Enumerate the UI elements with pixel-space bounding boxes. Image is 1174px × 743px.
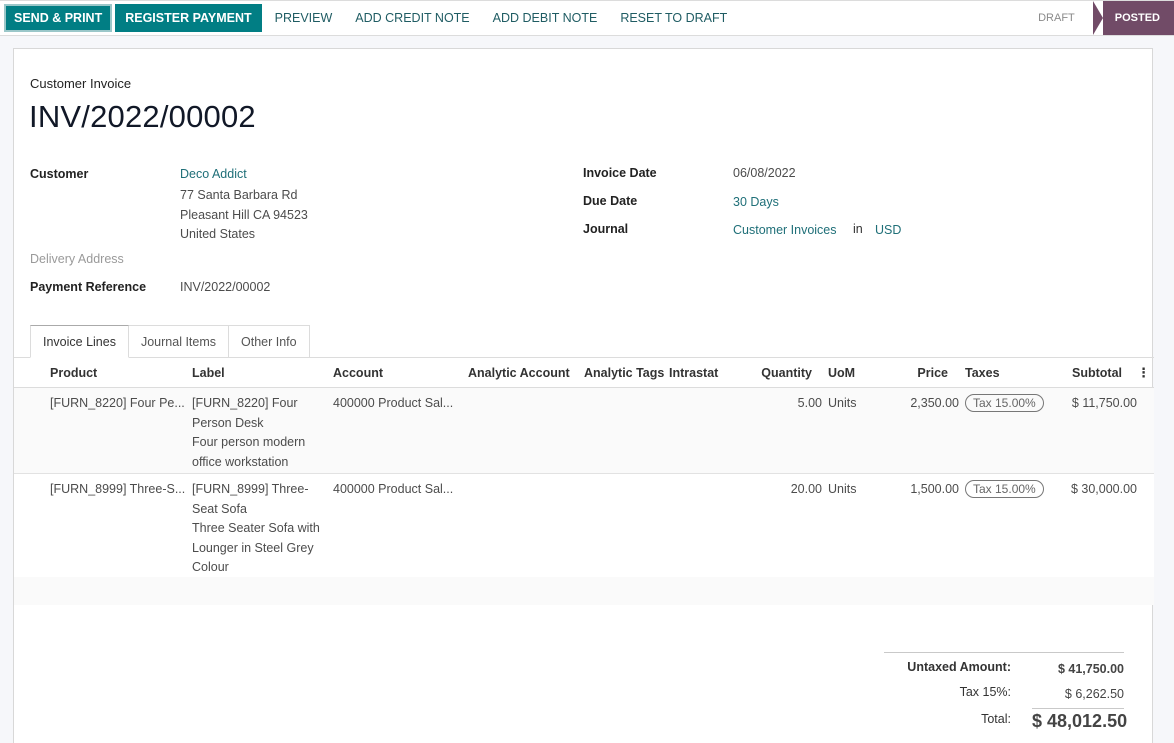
- optional-columns-icon[interactable]: ⋮: [1137, 358, 1150, 388]
- label-line: Four person modern: [192, 435, 306, 450]
- column-header-quantity[interactable]: Quantity: [761, 358, 812, 388]
- status-pipeline: DRAFT POSTED: [1018, 1, 1174, 35]
- tax-badge: Tax 15.00%: [965, 394, 1044, 412]
- untaxed-amount-label: Untaxed Amount:: [907, 660, 1011, 674]
- control-panel: SEND & PRINT REGISTER PAYMENT PREVIEW AD…: [0, 0, 1174, 36]
- tab-other-info[interactable]: Other Info: [229, 325, 310, 358]
- cell-subtotal: $ 11,750.00: [1071, 396, 1137, 410]
- column-header-price[interactable]: Price: [917, 358, 948, 388]
- add-line-row[interactable]: [14, 577, 1154, 605]
- form-sheet: Customer Invoice INV/2022/00002 Customer…: [13, 48, 1154, 743]
- address-line-3: United States: [180, 227, 256, 241]
- cell-uom[interactable]: Units: [828, 480, 856, 500]
- preview-button[interactable]: PREVIEW: [264, 4, 344, 32]
- cell-account[interactable]: 400000 Product Sal...: [333, 394, 453, 414]
- address-line-1: 77 Santa Barbara Rd: [180, 188, 298, 202]
- total-value: $ 48,012.50: [1032, 708, 1127, 732]
- tab-invoice-lines[interactable]: Invoice Lines: [30, 325, 129, 358]
- cell-product[interactable]: [FURN_8220] Four Pe...: [50, 394, 185, 414]
- invoice-lines-table: Product Label Account Analytic Account A…: [14, 358, 1154, 580]
- cell-uom[interactable]: Units: [828, 394, 856, 414]
- customer-label: Customer: [30, 167, 89, 181]
- label-line: office workstation: [192, 454, 289, 469]
- status-step-posted[interactable]: POSTED: [1092, 1, 1174, 35]
- payment-reference-value[interactable]: INV/2022/00002: [180, 280, 270, 294]
- label-line: Three Seater Sofa with: [192, 521, 320, 536]
- column-header-analytic-account[interactable]: Analytic Account: [468, 358, 570, 388]
- column-header-taxes[interactable]: Taxes: [965, 358, 1000, 388]
- tax-value: $ 6,262.50: [1064, 687, 1124, 701]
- cell-subtotal: $ 30,000.00: [1070, 482, 1137, 496]
- table-row[interactable]: [FURN_8999] Three-S... [FURN_8999] Three…: [14, 474, 1154, 580]
- column-header-analytic-tags[interactable]: Analytic Tags: [584, 358, 664, 388]
- invoice-totals: Untaxed Amount: $ 41,750.00 Tax 15%: $ 6…: [884, 652, 1127, 731]
- journal-label: Journal: [583, 222, 629, 236]
- payment-reference-label: Payment Reference: [30, 280, 147, 294]
- column-header-intrastat[interactable]: Intrastat: [669, 358, 718, 388]
- label-line: Lounger in Steel Grey: [192, 540, 314, 555]
- column-header-subtotal[interactable]: Subtotal: [1072, 358, 1122, 388]
- add-credit-note-button[interactable]: ADD CREDIT NOTE: [344, 4, 480, 32]
- address-line-2: Pleasant Hill CA 94523: [180, 208, 308, 222]
- column-header-account[interactable]: Account: [333, 358, 383, 388]
- column-header-label[interactable]: Label: [192, 358, 225, 388]
- tab-journal-items[interactable]: Journal Items: [128, 325, 229, 358]
- cell-product[interactable]: [FURN_8999] Three-S...: [50, 480, 185, 500]
- cell-taxes[interactable]: Tax 15.00%: [965, 480, 1044, 500]
- delivery-address-label: Delivery Address: [30, 252, 124, 266]
- tax-label: Tax 15%:: [959, 685, 1011, 699]
- journal-link[interactable]: Customer Invoices: [733, 223, 837, 237]
- document-type: Customer Invoice: [30, 76, 132, 91]
- total-label: Total:: [981, 712, 1011, 726]
- label-line: Person Desk: [192, 415, 264, 430]
- currency-link[interactable]: USD: [875, 223, 901, 237]
- cell-label[interactable]: [FURN_8220] Four Person Desk Four person…: [192, 394, 305, 472]
- invoice-date-value[interactable]: 06/08/2022: [733, 166, 796, 180]
- send-print-button[interactable]: SEND & PRINT: [4, 4, 113, 32]
- cell-quantity[interactable]: 5.00: [798, 394, 822, 414]
- column-header-uom[interactable]: UoM: [828, 358, 855, 388]
- column-header-product[interactable]: Product: [50, 358, 97, 388]
- cell-price[interactable]: 1,500.00: [910, 480, 959, 500]
- add-debit-note-button[interactable]: ADD DEBIT NOTE: [482, 4, 609, 32]
- cell-price[interactable]: 2,350.00: [910, 394, 959, 414]
- due-date-value[interactable]: 30 Days: [733, 195, 779, 209]
- notebook-tabs: Invoice Lines Journal Items Other Info: [30, 325, 310, 358]
- journal-in-text: in: [853, 222, 863, 236]
- cell-taxes[interactable]: Tax 15.00%: [965, 394, 1044, 414]
- status-step-draft[interactable]: DRAFT: [1018, 1, 1093, 35]
- due-date-label: Due Date: [583, 194, 638, 208]
- label-line: Seat Sofa: [192, 501, 247, 516]
- cell-account[interactable]: 400000 Product Sal...: [333, 480, 453, 500]
- reset-to-draft-button[interactable]: RESET TO DRAFT: [609, 4, 738, 32]
- totals-divider: [884, 652, 1124, 653]
- customer-link[interactable]: Deco Addict: [180, 167, 247, 181]
- page-title: INV/2022/00002: [29, 99, 256, 134]
- label-line: [FURN_8999] Three-: [192, 482, 309, 496]
- cell-label[interactable]: [FURN_8999] Three- Seat Sofa Three Seate…: [192, 480, 320, 578]
- table-row[interactable]: [FURN_8220] Four Pe... [FURN_8220] Four …: [14, 388, 1154, 474]
- untaxed-amount-value: $ 41,750.00: [1057, 662, 1124, 676]
- label-line: [FURN_8220] Four: [192, 396, 298, 410]
- tax-badge: Tax 15.00%: [965, 480, 1044, 498]
- table-header: Product Label Account Analytic Account A…: [14, 358, 1154, 388]
- cell-quantity[interactable]: 20.00: [791, 480, 822, 500]
- label-line: Colour: [192, 560, 229, 575]
- invoice-date-label: Invoice Date: [583, 166, 657, 180]
- register-payment-button[interactable]: REGISTER PAYMENT: [115, 4, 262, 32]
